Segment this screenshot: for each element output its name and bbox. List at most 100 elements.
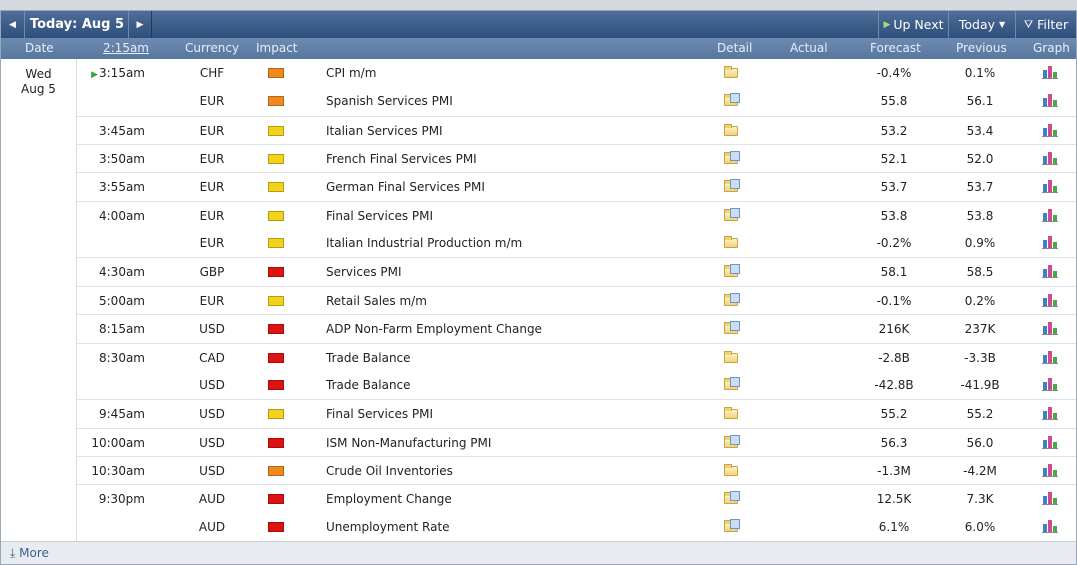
next-day-button[interactable]: ▶: [128, 11, 152, 38]
event-title[interactable]: Spanish Services PMI: [326, 87, 453, 115]
graph-icon[interactable]: [1041, 513, 1059, 541]
graph-icon[interactable]: [1041, 315, 1059, 343]
impact-icon[interactable]: [266, 457, 284, 485]
up-next-button[interactable]: ▶ Up Next: [878, 11, 948, 38]
detail-folder-icon[interactable]: [723, 59, 741, 87]
detail-folder-icon[interactable]: [723, 344, 741, 372]
event-title[interactable]: ISM Non-Manufacturing PMI: [326, 429, 491, 457]
impact-folder-shape: [268, 125, 284, 136]
table-row[interactable]: 10:00am USD ISM Non-Manufacturing PMI 56.3 5…: [77, 427, 1076, 457]
event-title[interactable]: Final Services PMI: [326, 400, 433, 428]
more-button[interactable]: ⤓ More: [10, 542, 49, 564]
graph-icon[interactable]: [1041, 202, 1059, 230]
event-title[interactable]: Crude Oil Inventories: [326, 457, 453, 485]
event-title[interactable]: Retail Sales m/m: [326, 287, 427, 315]
table-row[interactable]: 10:30am USD Crude Oil Inventories -1.3M -4.2…: [77, 455, 1076, 485]
table-row[interactable]: 9:30pm AUD Employment Change 12.5K 7.3K: [77, 484, 1076, 512]
graph-icon[interactable]: [1041, 117, 1059, 145]
table-row[interactable]: AUD Unemployment Rate 6.1% 6.0%: [77, 513, 1076, 541]
folder-icon: [724, 264, 740, 278]
detail-folder-icon[interactable]: [723, 513, 741, 541]
detail-folder-icon[interactable]: [723, 287, 741, 315]
graph-icon[interactable]: [1041, 229, 1059, 257]
detail-folder-icon[interactable]: [723, 485, 741, 513]
detail-folder-icon[interactable]: [723, 258, 741, 286]
event-title[interactable]: Trade Balance: [326, 371, 411, 399]
filter-button[interactable]: ⛛ Filter: [1015, 11, 1076, 38]
event-title[interactable]: Employment Change: [326, 485, 452, 513]
impact-icon[interactable]: [266, 429, 284, 457]
event-title[interactable]: German Final Services PMI: [326, 173, 485, 201]
table-row[interactable]: 3:45am EUR Italian Services PMI 53.2 53.4: [77, 115, 1076, 145]
table-row[interactable]: 5:00am EUR Retail Sales m/m -0.1% 0.2%: [77, 285, 1076, 315]
impact-icon[interactable]: [266, 229, 284, 257]
table-row[interactable]: EUR Spanish Services PMI 55.8 56.1: [77, 87, 1076, 115]
impact-icon[interactable]: [266, 258, 284, 286]
detail-folder-icon[interactable]: [723, 87, 741, 115]
detail-folder-icon[interactable]: [723, 117, 741, 145]
graph-icon[interactable]: [1041, 344, 1059, 372]
column-header-impact[interactable]: Impact: [256, 38, 298, 59]
impact-icon[interactable]: [266, 173, 284, 201]
impact-icon[interactable]: [266, 117, 284, 145]
graph-icon[interactable]: [1041, 429, 1059, 457]
graph-icon[interactable]: [1041, 287, 1059, 315]
current-date-label[interactable]: Today: Aug 5: [26, 11, 128, 38]
impact-icon[interactable]: [266, 485, 284, 513]
event-title[interactable]: Trade Balance: [326, 344, 411, 372]
impact-icon[interactable]: [266, 400, 284, 428]
impact-icon[interactable]: [266, 287, 284, 315]
graph-icon[interactable]: [1041, 485, 1059, 513]
detail-folder-icon[interactable]: [723, 371, 741, 399]
today-dropdown-button[interactable]: Today ▼: [948, 11, 1015, 38]
table-row[interactable]: USD Trade Balance -42.8B -41.9B: [77, 371, 1076, 399]
impact-icon[interactable]: [266, 371, 284, 399]
event-title[interactable]: Italian Services PMI: [326, 117, 443, 145]
column-header-currency[interactable]: Currency: [185, 38, 239, 59]
table-row[interactable]: 3:50am EUR French Final Services PMI 52.1 52…: [77, 144, 1076, 172]
event-title[interactable]: Final Services PMI: [326, 202, 433, 230]
graph-icon[interactable]: [1041, 258, 1059, 286]
graph-icon[interactable]: [1041, 87, 1059, 115]
detail-folder-icon[interactable]: [723, 145, 741, 173]
event-title[interactable]: Services PMI: [326, 258, 402, 286]
column-header-time[interactable]: 2:15am: [103, 38, 149, 59]
impact-icon[interactable]: [266, 513, 284, 541]
graph-icon[interactable]: [1041, 173, 1059, 201]
table-row[interactable]: 4:30am GBP Services PMI 58.1 58.5: [77, 257, 1076, 285]
table-row[interactable]: ▶3:15am CHF CPI m/m -0.4% 0.1%: [77, 59, 1076, 87]
event-time-label: 3:50am: [99, 152, 145, 167]
event-title[interactable]: CPI m/m: [326, 59, 376, 87]
event-title[interactable]: ADP Non-Farm Employment Change: [326, 315, 542, 343]
impact-icon[interactable]: [266, 87, 284, 115]
table-row[interactable]: 8:30am CAD Trade Balance -2.8B -3.3B: [77, 342, 1076, 372]
detail-folder-icon[interactable]: [723, 202, 741, 230]
table-row[interactable]: 8:15am USD ADP Non-Farm Employment Change 2…: [77, 314, 1076, 342]
detail-folder-icon[interactable]: [723, 173, 741, 201]
table-row[interactable]: 9:45am USD Final Services PMI 55.2 55.2: [77, 399, 1076, 427]
detail-folder-icon[interactable]: [723, 315, 741, 343]
impact-icon[interactable]: [266, 202, 284, 230]
impact-icon[interactable]: [266, 145, 284, 173]
event-title[interactable]: Italian Industrial Production m/m: [326, 229, 522, 257]
table-row[interactable]: 4:00am EUR Final Services PMI 53.8 53.8: [77, 200, 1076, 230]
graph-icon[interactable]: [1041, 371, 1059, 399]
table-row[interactable]: 3:55am EUR German Final Services PMI 53.7 53…: [77, 172, 1076, 200]
detail-folder-icon[interactable]: [723, 400, 741, 428]
graph-icon[interactable]: [1041, 59, 1059, 87]
previous-day-button[interactable]: ◀: [1, 11, 25, 38]
detail-folder-icon[interactable]: [723, 457, 741, 485]
event-time-label: 8:15am: [99, 322, 145, 337]
graph-icon[interactable]: [1041, 400, 1059, 428]
impact-icon[interactable]: [266, 344, 284, 372]
event-title[interactable]: Unemployment Rate: [326, 513, 450, 541]
graph-icon[interactable]: [1041, 457, 1059, 485]
table-row[interactable]: EUR Italian Industrial Production m/m -0.2…: [77, 229, 1076, 257]
graph-icon[interactable]: [1041, 145, 1059, 173]
event-title[interactable]: French Final Services PMI: [326, 145, 477, 173]
impact-icon[interactable]: [266, 59, 284, 87]
column-header-date[interactable]: Date: [25, 38, 54, 59]
detail-folder-icon[interactable]: [723, 429, 741, 457]
detail-folder-icon[interactable]: [723, 229, 741, 257]
impact-icon[interactable]: [266, 315, 284, 343]
